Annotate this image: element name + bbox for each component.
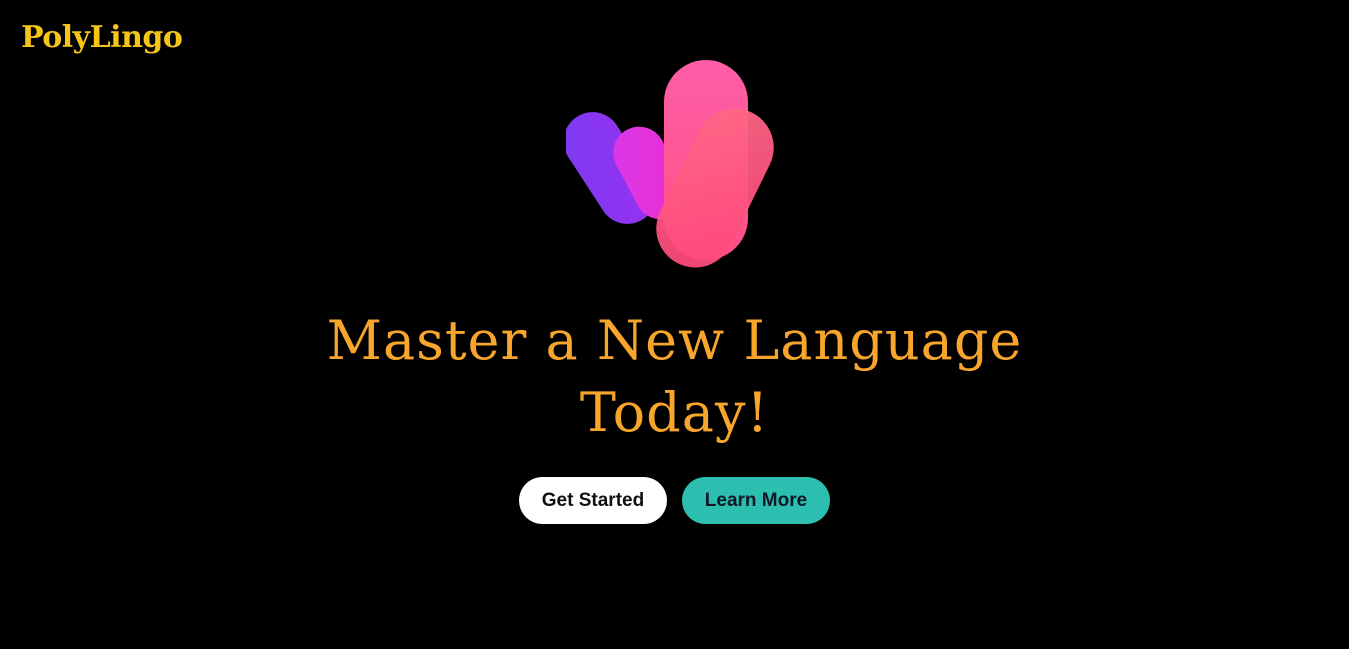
hero-title: Master a New Language Today! <box>0 305 1349 449</box>
get-started-button[interactable]: Get Started <box>519 477 667 524</box>
hero-title-line-1: Master a New Language <box>326 309 1023 372</box>
learn-more-button[interactable]: Learn More <box>682 477 830 524</box>
cta-buttons: Get Started Learn More <box>0 477 1349 524</box>
abstract-gradient-blob-logo-icon <box>563 52 786 272</box>
hero-title-line-2: Today! <box>579 381 770 444</box>
brand-logo[interactable]: PolyLingo <box>21 18 183 58</box>
